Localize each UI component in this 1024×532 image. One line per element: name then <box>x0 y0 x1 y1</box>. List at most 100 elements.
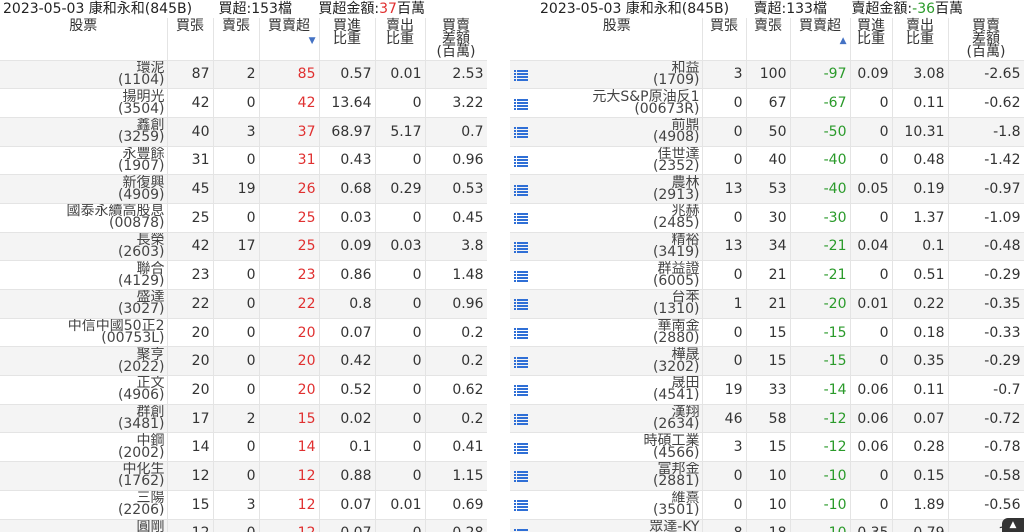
row-action-cell[interactable] <box>510 346 532 377</box>
stock-cell[interactable]: 聯合 (4129) <box>0 260 168 290</box>
table-row[interactable]: 維熹 (3501) 0 10 -10 0 1.89 -0.56 <box>510 490 1024 520</box>
stock-cell[interactable]: 鑫創 (3259) <box>0 117 168 147</box>
table-row[interactable]: 時碩工業 (4566) 3 15 -12 0.06 0.28 -0.78 <box>510 432 1024 463</box>
stock-cell[interactable]: 國泰永續高股息 (00878) <box>0 203 168 233</box>
table-row[interactable]: 台苯 (1310) 1 21 -20 0.01 0.22 -0.35 <box>510 289 1024 319</box>
stock-cell[interactable]: 揚明光 (3504) <box>0 88 168 118</box>
table-row[interactable]: 和益 (1709) 3 100 -97 0.09 3.08 -2.65 <box>510 60 1024 90</box>
stock-cell[interactable]: 圓剛(2417) <box>0 519 168 532</box>
row-action-cell[interactable] <box>510 88 532 118</box>
row-action-cell[interactable] <box>510 490 532 520</box>
col-header-stock[interactable]: 股票 <box>0 18 168 61</box>
stock-cell[interactable]: 聚亨 (2022) <box>0 346 168 377</box>
stock-cell[interactable]: 兆赫 (2485) <box>532 203 703 233</box>
stock-cell[interactable]: 維熹 (3501) <box>532 490 703 520</box>
table-row[interactable]: 中信中國50正2 (00753L) 20 0 20 0.07 0 0.2 <box>0 318 487 348</box>
stock-cell[interactable]: 富邦金 (2881) <box>532 461 703 491</box>
stock-cell[interactable]: 華南金 (2880) <box>532 318 703 348</box>
row-action-cell[interactable] <box>510 375 532 405</box>
table-row[interactable]: 群益證 (6005) 0 21 -21 0 0.51 -0.29 <box>510 260 1024 290</box>
stock-cell[interactable]: 樺晟 (3202) <box>532 346 703 377</box>
table-row[interactable]: 中化生 (1762) 12 0 12 0.88 0 1.15 <box>0 461 487 491</box>
table-row[interactable]: 前鼎 (4908) 0 50 -50 0 10.31 -1.8 <box>510 117 1024 147</box>
table-row[interactable]: 鑫創 (3259) 40 3 37 68.97 5.17 0.7 <box>0 117 487 147</box>
col-header-diff[interactable]: 買賣 差額 (百萬) <box>948 18 1024 61</box>
row-action-cell[interactable] <box>510 404 532 434</box>
row-action-cell[interactable] <box>510 289 532 319</box>
col-header-stock[interactable]: 股票 <box>532 18 703 61</box>
table-row[interactable]: 元大S&P原油反1 (00673R) 0 67 -67 0 0.11 -0.62 <box>510 88 1024 118</box>
stock-cell[interactable]: 永豐餘 (1907) <box>0 146 168 176</box>
table-row[interactable]: 圓剛(2417)120120.0700.28 <box>0 519 487 532</box>
col-header-diff[interactable]: 買賣 差額 (百萬) <box>425 18 487 61</box>
table-row[interactable]: 聚亨 (2022) 20 0 20 0.42 0 0.2 <box>0 346 487 377</box>
table-row[interactable]: 華南金 (2880) 0 15 -15 0 0.18 -0.33 <box>510 318 1024 348</box>
stock-cell[interactable]: 中化生 (1762) <box>0 461 168 491</box>
row-action-cell[interactable] <box>510 203 532 233</box>
stock-cell[interactable]: 環泥 (1104) <box>0 60 168 90</box>
col-header-buy[interactable]: 買張 <box>167 18 214 61</box>
table-row[interactable]: 兆赫 (2485) 0 30 -30 0 1.37 -1.09 <box>510 203 1024 233</box>
col-header-buy-ratio[interactable]: 買進 比重 <box>850 18 893 61</box>
col-header-net[interactable]: 買賣超 ▼ <box>259 18 320 61</box>
stock-cell[interactable]: 佳世達 (2352) <box>532 146 703 176</box>
row-action-cell[interactable] <box>510 461 532 491</box>
stock-cell[interactable]: 晟田 (4541) <box>532 375 703 405</box>
stock-cell[interactable]: 精裕 (3419) <box>532 232 703 262</box>
table-row[interactable]: 精裕 (3419) 13 34 -21 0.04 0.1 -0.48 <box>510 232 1024 262</box>
stock-cell[interactable]: 群益證 (6005) <box>532 260 703 290</box>
table-row[interactable]: 正文 (4906) 20 0 20 0.52 0 0.62 <box>0 375 487 405</box>
stock-cell[interactable]: 時碩工業 (4566) <box>532 432 703 463</box>
table-row[interactable]: 樺晟 (3202) 0 15 -15 0 0.35 -0.29 <box>510 346 1024 377</box>
stock-cell[interactable]: 台苯 (1310) <box>532 289 703 319</box>
table-row[interactable]: 新復興 (4909) 45 19 26 0.68 0.29 0.53 <box>0 174 487 204</box>
stock-cell[interactable]: 三陽 (2206) <box>0 490 168 520</box>
table-row[interactable]: 揚明光 (3504) 42 0 42 13.64 0 3.22 <box>0 88 487 118</box>
stock-cell[interactable]: 中信中國50正2 (00753L) <box>0 318 168 348</box>
stock-cell[interactable]: 新復興 (4909) <box>0 174 168 204</box>
table-row[interactable]: 永豐餘 (1907) 31 0 31 0.43 0 0.96 <box>0 146 487 176</box>
row-action-cell[interactable] <box>510 232 532 262</box>
row-action-cell[interactable] <box>510 318 532 348</box>
stock-cell[interactable]: 農林 (2913) <box>532 174 703 204</box>
table-row[interactable]: 農林 (2913) 13 53 -40 0.05 0.19 -0.97 <box>510 174 1024 204</box>
stock-cell[interactable]: 長榮 (2603) <box>0 232 168 262</box>
table-row[interactable]: 群創 (3481) 17 2 15 0.02 0 0.2 <box>0 404 487 434</box>
table-row[interactable]: 富邦金 (2881) 0 10 -10 0 0.15 -0.58 <box>510 461 1024 491</box>
col-header-net[interactable]: 買賣超 ▲ <box>790 18 851 61</box>
col-header-sell-ratio[interactable]: 賣出 比重 <box>892 18 949 61</box>
scroll-top-button[interactable]: ▲ <box>1002 518 1024 532</box>
stock-cell[interactable]: 正文 (4906) <box>0 375 168 405</box>
col-header-sell[interactable]: 賣張 <box>746 18 791 61</box>
table-row[interactable]: 中鋼 (2002) 14 0 14 0.1 0 0.41 <box>0 432 487 463</box>
stock-cell[interactable]: 中鋼 (2002) <box>0 432 168 463</box>
row-action-cell[interactable] <box>510 432 532 463</box>
table-row[interactable]: 佳世達 (2352) 0 40 -40 0 0.48 -1.42 <box>510 146 1024 176</box>
row-action-cell[interactable] <box>510 519 532 532</box>
row-action-cell[interactable] <box>510 117 532 147</box>
stock-cell[interactable]: 眾達-KY(4977) <box>532 519 703 532</box>
stock-cell[interactable]: 漢翔 (2634) <box>532 404 703 434</box>
table-row[interactable]: 晟田 (4541) 19 33 -14 0.06 0.11 -0.7 <box>510 375 1024 405</box>
table-row[interactable]: 漢翔 (2634) 46 58 -12 0.06 0.07 -0.72 <box>510 404 1024 434</box>
stock-cell[interactable]: 盛達 (3027) <box>0 289 168 319</box>
table-row[interactable]: 環泥 (1104) 87 2 85 0.57 0.01 2.53 <box>0 60 487 90</box>
stock-cell[interactable]: 前鼎 (4908) <box>532 117 703 147</box>
table-row[interactable]: 三陽 (2206) 15 3 12 0.07 0.01 0.69 <box>0 490 487 520</box>
row-action-cell[interactable] <box>510 174 532 204</box>
table-row[interactable]: 聯合 (4129) 23 0 23 0.86 0 1.48 <box>0 260 487 290</box>
row-action-cell[interactable] <box>510 60 532 90</box>
col-header-sell[interactable]: 賣張 <box>213 18 260 61</box>
table-row[interactable]: 眾達-KY(4977)818-100.350.79-1.1 <box>510 519 1024 532</box>
table-row[interactable]: 長榮 (2603) 42 17 25 0.09 0.03 3.8 <box>0 232 487 262</box>
col-header-buy[interactable]: 買張 <box>702 18 747 61</box>
stock-cell[interactable]: 和益 (1709) <box>532 60 703 90</box>
row-action-cell[interactable] <box>510 260 532 290</box>
table-row[interactable]: 國泰永續高股息 (00878) 25 0 25 0.03 0 0.45 <box>0 203 487 233</box>
row-action-cell[interactable] <box>510 146 532 176</box>
stock-cell[interactable]: 群創 (3481) <box>0 404 168 434</box>
col-header-sell-ratio[interactable]: 賣出 比重 <box>375 18 426 61</box>
stock-cell[interactable]: 元大S&P原油反1 (00673R) <box>532 88 703 118</box>
col-header-buy-ratio[interactable]: 買進 比重 <box>319 18 376 61</box>
table-row[interactable]: 盛達 (3027) 22 0 22 0.8 0 0.96 <box>0 289 487 319</box>
